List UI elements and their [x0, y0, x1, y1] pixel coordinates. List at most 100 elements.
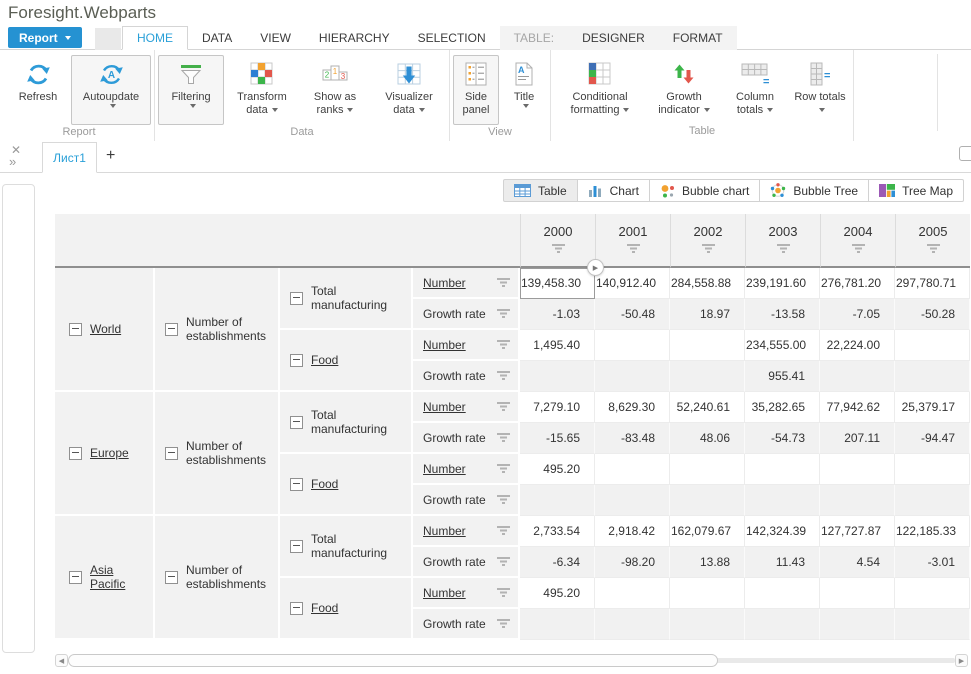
- table-cell[interactable]: 297,780.71: [895, 268, 970, 299]
- table-cell[interactable]: 495.20: [520, 454, 595, 485]
- column-header-2003[interactable]: 2003: [745, 214, 820, 268]
- row-totals-button[interactable]: = Row totals: [790, 55, 850, 121]
- column-header-2004[interactable]: 2004: [820, 214, 895, 268]
- tab-data[interactable]: DATA: [188, 26, 246, 50]
- measure-link[interactable]: Number: [423, 276, 466, 290]
- table-cell[interactable]: 11.43: [745, 547, 820, 578]
- table-cell[interactable]: 127,727.87: [820, 516, 895, 547]
- table-cell[interactable]: -50.48: [595, 299, 670, 330]
- table-cell[interactable]: [595, 609, 670, 640]
- conditional-formatting-button[interactable]: Conditional formatting: [554, 55, 646, 121]
- table-cell[interactable]: [670, 361, 745, 392]
- table-cell[interactable]: [820, 454, 895, 485]
- autoupdate-button[interactable]: A Autoupdate: [71, 55, 151, 125]
- table-cell[interactable]: 140,912.40: [595, 268, 670, 299]
- table-cell[interactable]: -50.28: [895, 299, 970, 330]
- collapse-icon[interactable]: [290, 292, 303, 305]
- table-cell[interactable]: -13.58: [745, 299, 820, 330]
- table-cell[interactable]: [745, 485, 820, 516]
- filter-icon[interactable]: [497, 557, 510, 566]
- measure-link[interactable]: Number: [423, 338, 466, 352]
- measure-link[interactable]: Number: [423, 462, 466, 476]
- report-menu-button[interactable]: Report: [8, 27, 82, 48]
- collapse-icon[interactable]: [165, 447, 178, 460]
- table-cell[interactable]: 52,240.61: [670, 392, 745, 423]
- filter-icon[interactable]: [497, 588, 510, 597]
- table-cell[interactable]: 122,185.33: [895, 516, 970, 547]
- table-cell[interactable]: [895, 330, 970, 361]
- filter-icon[interactable]: [497, 340, 510, 349]
- measure-link[interactable]: Number: [423, 586, 466, 600]
- table-cell[interactable]: 77,942.62: [820, 392, 895, 423]
- table-cell[interactable]: [895, 454, 970, 485]
- growth-indicator-button[interactable]: Growth indicator: [648, 55, 720, 121]
- column-expand-handle[interactable]: ▶: [587, 259, 604, 276]
- filter-icon[interactable]: [497, 619, 510, 628]
- collapse-icon[interactable]: [290, 478, 303, 491]
- table-cell[interactable]: -3.01: [895, 547, 970, 578]
- scroll-right-button[interactable]: ▶: [955, 654, 968, 667]
- scroll-left-button[interactable]: ◀: [55, 654, 68, 667]
- collapse-icon[interactable]: [69, 323, 82, 336]
- table-cell[interactable]: -15.65: [520, 423, 595, 454]
- table-cell[interactable]: 495.20: [520, 578, 595, 609]
- transform-data-button[interactable]: Transform data: [226, 55, 298, 121]
- collapse-icon[interactable]: [69, 447, 82, 460]
- table-cell[interactable]: [670, 454, 745, 485]
- table-cell[interactable]: 8,629.30: [595, 392, 670, 423]
- scrollbar-thumb[interactable]: [68, 654, 718, 667]
- table-cell[interactable]: 2,918.42: [595, 516, 670, 547]
- table-cell[interactable]: [895, 485, 970, 516]
- tab-selection[interactable]: SELECTION: [404, 26, 500, 50]
- table-cell[interactable]: 234,555.00: [745, 330, 820, 361]
- measure-link[interactable]: Number: [423, 400, 466, 414]
- table-cell[interactable]: 35,282.65: [745, 392, 820, 423]
- table-cell[interactable]: [595, 454, 670, 485]
- industry-link[interactable]: Food: [311, 477, 338, 491]
- table-cell[interactable]: [745, 609, 820, 640]
- table-cell-selected[interactable]: 139,458.30: [520, 268, 595, 299]
- filter-icon[interactable]: [497, 309, 510, 318]
- table-cell[interactable]: 276,781.20: [820, 268, 895, 299]
- collapse-icon[interactable]: [165, 571, 178, 584]
- table-cell[interactable]: -6.34: [520, 547, 595, 578]
- table-cell[interactable]: [670, 485, 745, 516]
- table-cell[interactable]: [670, 330, 745, 361]
- view-bubble-chart-button[interactable]: Bubble chart: [649, 179, 760, 202]
- table-cell[interactable]: [820, 361, 895, 392]
- tab-view[interactable]: VIEW: [246, 26, 305, 50]
- table-cell[interactable]: 22,224.00: [820, 330, 895, 361]
- collapse-icon[interactable]: [165, 323, 178, 336]
- filter-icon[interactable]: [497, 278, 510, 287]
- column-totals-button[interactable]: = Column totals: [722, 55, 788, 121]
- view-bubble-tree-button[interactable]: Bubble Tree: [759, 179, 869, 202]
- filter-icon[interactable]: [497, 433, 510, 442]
- table-cell[interactable]: [520, 609, 595, 640]
- table-cell[interactable]: 207.11: [820, 423, 895, 454]
- region-link[interactable]: World: [90, 322, 121, 336]
- table-cell[interactable]: [745, 578, 820, 609]
- table-cell[interactable]: [895, 609, 970, 640]
- view-tree-map-button[interactable]: Tree Map: [868, 179, 964, 202]
- pin-panel-icon[interactable]: [959, 146, 971, 161]
- table-cell[interactable]: -98.20: [595, 547, 670, 578]
- industry-link[interactable]: Food: [311, 601, 338, 615]
- collapse-icon[interactable]: [69, 571, 82, 584]
- tab-home[interactable]: HOME: [122, 26, 188, 50]
- industry-link[interactable]: Food: [311, 353, 338, 367]
- table-cell[interactable]: -94.47: [895, 423, 970, 454]
- table-cell[interactable]: [670, 578, 745, 609]
- column-header-2000[interactable]: 2000: [520, 214, 595, 268]
- view-chart-button[interactable]: Chart: [577, 179, 650, 202]
- refresh-button[interactable]: Refresh: [7, 55, 69, 108]
- region-link[interactable]: Europe: [90, 446, 129, 460]
- view-table-button[interactable]: Table: [503, 179, 578, 202]
- table-cell[interactable]: 2,733.54: [520, 516, 595, 547]
- horizontal-scrollbar[interactable]: ◀ ▶: [55, 653, 968, 668]
- region-link[interactable]: Asia Pacific: [90, 563, 147, 591]
- table-cell[interactable]: 239,191.60: [745, 268, 820, 299]
- collapse-icon[interactable]: [290, 540, 303, 553]
- table-cell[interactable]: [745, 454, 820, 485]
- table-cell[interactable]: [520, 361, 595, 392]
- table-cell[interactable]: 7,279.10: [520, 392, 595, 423]
